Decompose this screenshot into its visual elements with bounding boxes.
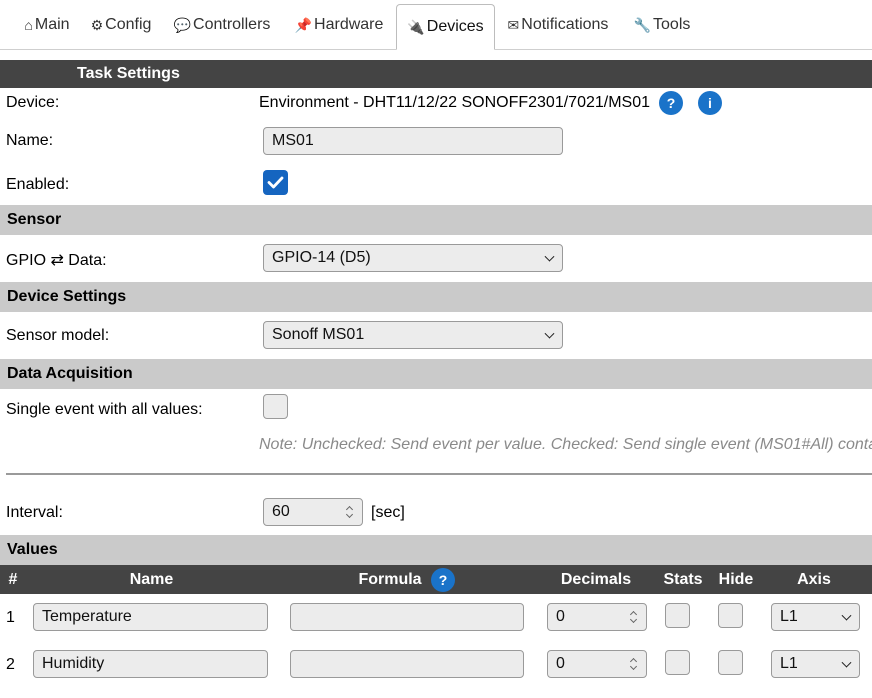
gpio-select[interactable]: GPIO-14 (D5) <box>263 244 563 272</box>
gear-icon: ⚙ <box>90 16 104 33</box>
name-label: Name: <box>6 132 54 149</box>
sensor-header: Sensor <box>0 205 872 235</box>
chat-icon: 💬 <box>173 16 192 33</box>
tab-label: Hardware <box>314 16 384 33</box>
axis-select[interactable]: L1 <box>771 603 860 631</box>
hide-checkbox[interactable] <box>718 603 743 628</box>
info-icon[interactable]: i <box>698 91 722 115</box>
interval-unit: [sec] <box>371 504 405 521</box>
stats-checkbox[interactable] <box>665 650 690 675</box>
tab-label: Controllers <box>193 16 271 33</box>
pushpin-icon: 📌 <box>294 16 313 33</box>
stats-checkbox[interactable] <box>665 603 690 628</box>
single-event-label: Single event with all values: <box>6 401 203 418</box>
help-icon[interactable]: ? <box>659 91 683 115</box>
col-num: # <box>8 571 18 588</box>
device-label: Device: <box>6 94 60 111</box>
decimals-value: 0 <box>556 655 565 672</box>
col-formula: Formula <box>358 571 422 588</box>
tab-config[interactable]: ⚙ Config <box>84 0 158 50</box>
spinner-icon[interactable] <box>345 504 354 520</box>
sensor-model-selected-value: Sonoff MS01 <box>272 326 365 343</box>
wrench-icon: 🔧 <box>633 16 652 33</box>
plug-icon: 🔌 <box>407 18 425 35</box>
interval-input[interactable]: 60 <box>263 498 363 526</box>
values-table-header: # Name Formula ? Decimals Stats Hide Axi… <box>0 565 872 594</box>
enabled-label: Enabled: <box>6 176 70 193</box>
tab-label: Tools <box>653 16 691 33</box>
sensor-model-label: Sensor model: <box>6 327 110 344</box>
axis-selected-value: L1 <box>780 608 798 625</box>
tab-label: Devices <box>426 18 484 35</box>
col-stats: Stats <box>663 571 703 588</box>
row-number: 1 <box>6 609 15 626</box>
formula-input[interactable] <box>290 650 524 678</box>
data-acquisition-header: Data Acquisition <box>0 359 872 389</box>
device-value: Environment - DHT11/12/22 SONOFF2301/702… <box>259 94 650 111</box>
decimals-input[interactable]: 0 <box>547 650 647 678</box>
checkmark-icon <box>267 176 284 189</box>
home-icon: ⌂ <box>24 17 33 33</box>
tab-label: Main <box>34 16 70 33</box>
col-axis: Axis <box>797 571 831 588</box>
task-settings-header: Task Settings <box>0 60 872 88</box>
value-name-input[interactable]: Humidity <box>33 650 268 678</box>
single-event-checkbox[interactable] <box>263 394 288 419</box>
tab-bar: ⌂ Main ⚙ Config 💬 Controllers 📌 Hardware 🔌 De… <box>0 0 872 50</box>
interval-label: Interval: <box>6 504 63 521</box>
row-number: 2 <box>6 656 15 673</box>
col-decimals: Decimals <box>560 571 632 588</box>
formula-help-icon[interactable]: ? <box>431 568 455 592</box>
sensor-model-select[interactable]: Sonoff MS01 <box>263 321 563 349</box>
axis-select[interactable]: L1 <box>771 650 860 678</box>
axis-selected-value: L1 <box>780 655 798 672</box>
value-name-input[interactable]: Temperature <box>33 603 268 631</box>
name-input[interactable]: MS01 <box>263 127 563 155</box>
spinner-icon[interactable] <box>629 609 638 625</box>
gpio-label: GPIO ⇄ Data: <box>6 252 107 269</box>
spinner-icon[interactable] <box>629 656 638 672</box>
hide-checkbox[interactable] <box>718 650 743 675</box>
col-hide: Hide <box>718 571 754 588</box>
formula-input[interactable] <box>290 603 524 631</box>
tab-tools[interactable]: 🔧 Tools <box>626 0 698 50</box>
task-settings-title: Task Settings <box>77 65 180 82</box>
tab-notifications[interactable]: ✉ Notifications <box>500 0 616 50</box>
device-settings-header: Device Settings <box>0 282 872 312</box>
divider <box>6 473 872 475</box>
decimals-value: 0 <box>556 608 565 625</box>
single-event-note: Note: Unchecked: Send event per value. C… <box>259 436 872 453</box>
tab-devices[interactable]: 🔌 Devices <box>396 4 495 50</box>
tab-main[interactable]: ⌂ Main <box>18 0 76 50</box>
tab-label: Notifications <box>521 16 609 33</box>
interval-value: 60 <box>272 503 290 520</box>
tab-hardware[interactable]: 📌 Hardware <box>287 0 391 50</box>
tab-controllers[interactable]: 💬 Controllers <box>166 0 278 50</box>
col-name: Name <box>129 571 174 588</box>
envelope-icon: ✉ <box>507 16 520 33</box>
gpio-selected-value: GPIO-14 (D5) <box>272 249 371 266</box>
enabled-checkbox[interactable] <box>263 170 288 195</box>
tab-label: Config <box>105 16 152 33</box>
decimals-input[interactable]: 0 <box>547 603 647 631</box>
values-header: Values <box>0 535 872 565</box>
